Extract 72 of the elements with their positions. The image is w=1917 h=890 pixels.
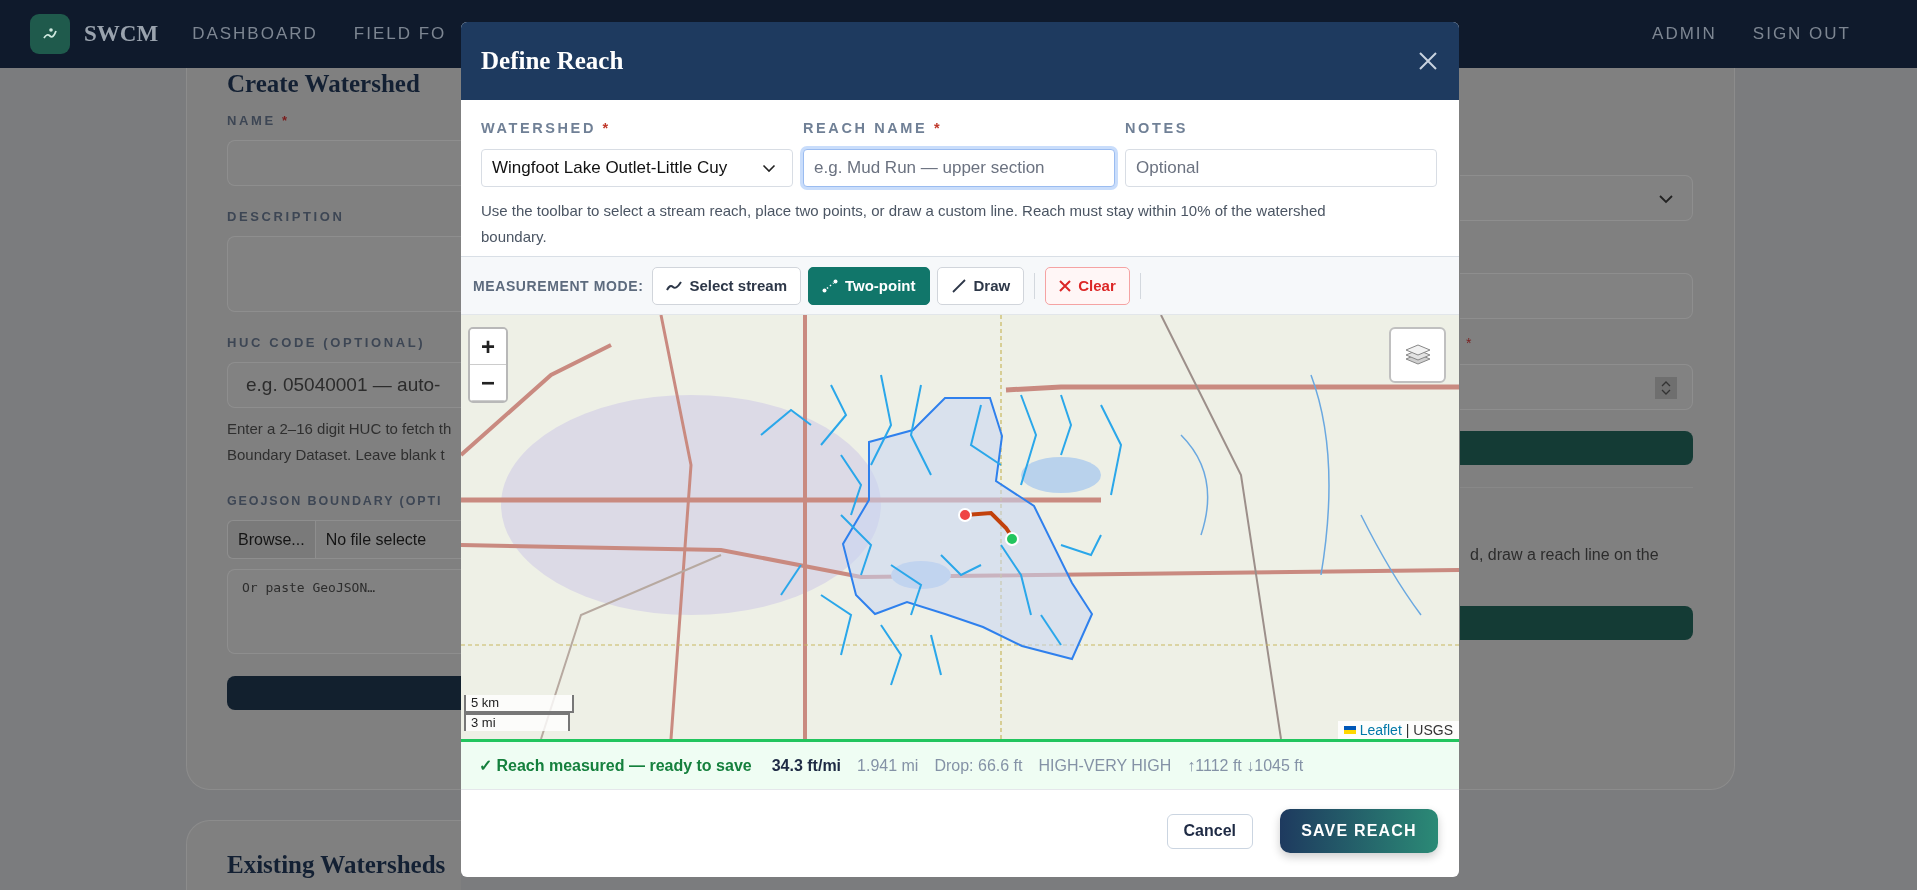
text-field[interactable] [1460, 273, 1693, 319]
leaflet-link[interactable]: Leaflet [1359, 722, 1402, 738]
help-text: Enter a 2–16 digit HUC to fetch th [227, 419, 453, 439]
notes-field[interactable]: Optional [1125, 149, 1437, 187]
elevation-value: ↑1112 ft ↓1045 ft [1187, 756, 1304, 775]
number-field[interactable] [1460, 364, 1693, 410]
mode-button[interactable]: Draw [936, 266, 1025, 305]
zoom-in-button[interactable]: + [470, 329, 506, 365]
field-label: NAME [227, 113, 276, 128]
huc-code-field[interactable]: e.g. 05040001 — auto- [227, 362, 461, 408]
rating-value: HIGH-VERY HIGH [1038, 756, 1172, 775]
chevron-down-icon [1658, 194, 1674, 204]
field-label: REACH NAME [803, 120, 928, 136]
card-title: Create Watershed [227, 70, 421, 98]
scale-bar: 5 km [464, 695, 574, 713]
layers-button[interactable] [1389, 327, 1446, 383]
select-field[interactable] [1460, 175, 1693, 221]
field-label: NOTES [1125, 120, 1188, 136]
save-reach-button[interactable]: SAVE REACH [1280, 809, 1438, 853]
reach-name-field[interactable]: e.g. Mud Run — upper section [803, 149, 1115, 187]
action-button[interactable] [1460, 431, 1693, 465]
layers-icon [1403, 342, 1432, 368]
geojson-field[interactable]: Or paste GeoJSON… [227, 569, 461, 654]
nav-link[interactable]: DASHBOARD [192, 24, 318, 44]
scale-bar: 3 mi [464, 713, 570, 731]
length-value: 1.941 mi [857, 756, 919, 775]
browse-button[interactable]: Browse... [228, 521, 316, 558]
watershed-select[interactable]: Wingfoot Lake Outlet-Little Cuy [481, 149, 793, 187]
required-mark: * [281, 113, 290, 128]
status-message: ✓ Reach measured — ready to save [479, 756, 752, 775]
field-label: HUC CODE (OPTIONAL) [227, 335, 426, 350]
submit-button[interactable] [227, 676, 461, 710]
nav-link[interactable]: FIELD FO [353, 24, 447, 44]
nav-link[interactable]: SIGN OUT [1752, 24, 1851, 44]
logo-icon[interactable] [30, 14, 70, 54]
close-icon [1059, 279, 1072, 292]
hint-text: d, draw a reach line on the [1469, 545, 1660, 565]
squiggle-icon [666, 279, 683, 292]
start-marker[interactable] [958, 508, 972, 522]
end-marker[interactable] [1005, 532, 1019, 546]
field-label: WATERSHED [481, 120, 596, 136]
help-text: Boundary Dataset. Leave blank t [227, 445, 446, 465]
app-logo-text[interactable]: SWCM [84, 21, 159, 47]
toolbar-label: MEASUREMENT MODE: [473, 277, 644, 294]
nav-link[interactable]: ADMIN [1652, 24, 1717, 44]
map-drawing[interactable] [461, 315, 1459, 739]
attribution-text: | USGS [1405, 722, 1453, 738]
spinner-icon[interactable] [1655, 377, 1677, 399]
close-icon[interactable] [1418, 51, 1438, 71]
line-icon [950, 278, 967, 293]
card-title: Existing Watersheds [227, 851, 447, 879]
file-status: No file selecte [324, 530, 427, 550]
required-mark: * [1466, 335, 1472, 351]
gradient-value: 34.3 ft/mi [771, 756, 842, 775]
field-label: GEOJSON BOUNDARY (OPTI [227, 494, 443, 508]
required-mark: * [933, 120, 943, 136]
field-label: DESCRIPTION [227, 209, 345, 224]
drop-value: Drop: 66.6 ft [934, 756, 1023, 775]
name-field[interactable] [227, 140, 461, 186]
mode-button[interactable]: Two-point [808, 266, 930, 305]
flag-icon [1343, 726, 1356, 734]
zoom-out-button[interactable]: − [470, 365, 506, 401]
required-mark: * [602, 120, 611, 136]
chevron-down-icon [762, 163, 776, 173]
action-button[interactable] [1460, 606, 1693, 640]
cancel-button[interactable]: Cancel [1166, 813, 1253, 849]
help-text: Use the toolbar to select a stream reach, place two points, or draw a custom line. Reach must stay within 10% of the watershed boundary. [481, 201, 1327, 247]
dialog-title: Define Reach [481, 47, 624, 75]
mode-button[interactable]: Select stream [652, 266, 801, 305]
clear-button[interactable]: Clear [1045, 266, 1130, 305]
description-field[interactable] [227, 236, 461, 312]
dotted-line-icon [822, 278, 838, 293]
